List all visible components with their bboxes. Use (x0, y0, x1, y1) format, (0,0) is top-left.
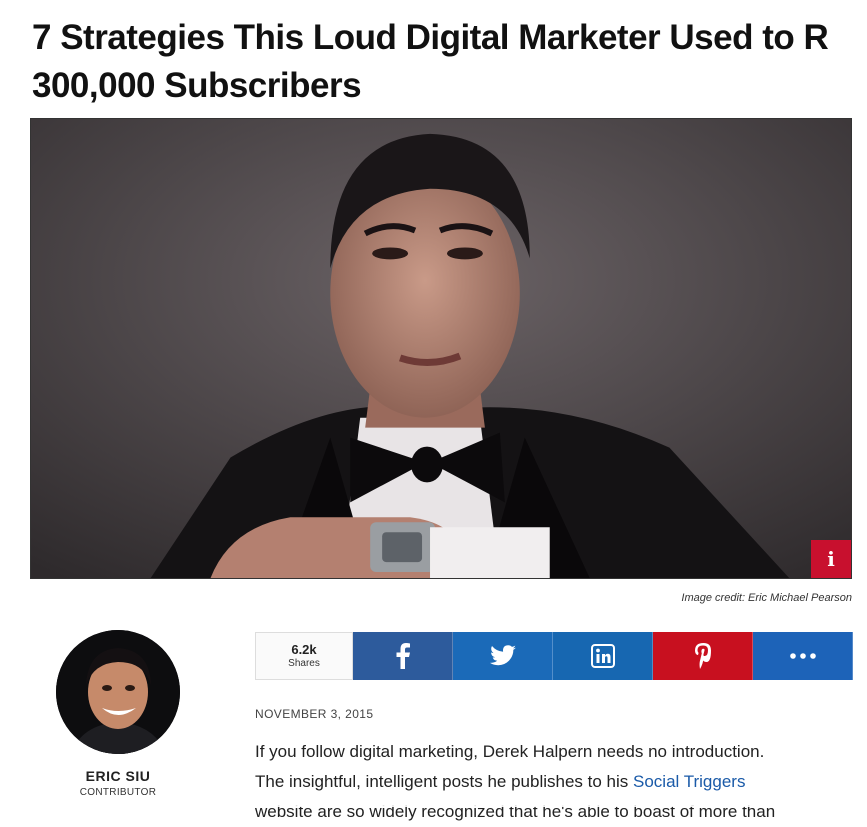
body-paragraph-line: The insightful, intelligent posts he pub… (255, 767, 845, 797)
info-icon: i (827, 547, 835, 571)
portrait-illustration (31, 119, 851, 578)
share-more-button[interactable] (753, 632, 853, 680)
article-title-line2: 300,000 Subscribers (32, 66, 362, 105)
image-info-button[interactable]: i (811, 540, 851, 578)
avatar-portrait (56, 630, 180, 754)
author-avatar[interactable] (56, 630, 180, 754)
more-icon (789, 653, 816, 659)
author-name[interactable]: ERIC SIU (56, 768, 180, 784)
share-count-number: 6.2k (291, 642, 317, 657)
share-pinterest-button[interactable] (653, 632, 753, 680)
share-twitter-button[interactable] (453, 632, 553, 680)
share-facebook-button[interactable] (353, 632, 453, 680)
twitter-icon (489, 645, 516, 666)
pinterest-icon (694, 643, 711, 669)
facebook-icon (396, 643, 410, 669)
article-title: 7 Strategies This Loud Digital Marketer … (32, 14, 867, 110)
publish-date: NOVEMBER 3, 2015 (255, 707, 374, 721)
hero-image (30, 118, 852, 579)
linkedin-icon (590, 644, 615, 668)
share-linkedin-button[interactable] (553, 632, 653, 680)
article-title-line1: 7 Strategies This Loud Digital Marketer … (32, 18, 829, 57)
body-paragraph-line: If you follow digital marketing, Derek H… (255, 742, 765, 761)
image-credit: Image credit: Eric Michael Pearson (681, 592, 852, 604)
social-triggers-link[interactable]: Social Triggers (633, 772, 745, 791)
share-bar (353, 632, 853, 680)
article-body: If you follow digital marketing, Derek H… (255, 737, 845, 827)
body-text-span: The insightful, intelligent posts he pub… (255, 772, 634, 791)
bottom-fade (0, 795, 867, 807)
share-count-label: Shares (288, 658, 320, 669)
share-count: 6.2k Shares (255, 632, 353, 680)
